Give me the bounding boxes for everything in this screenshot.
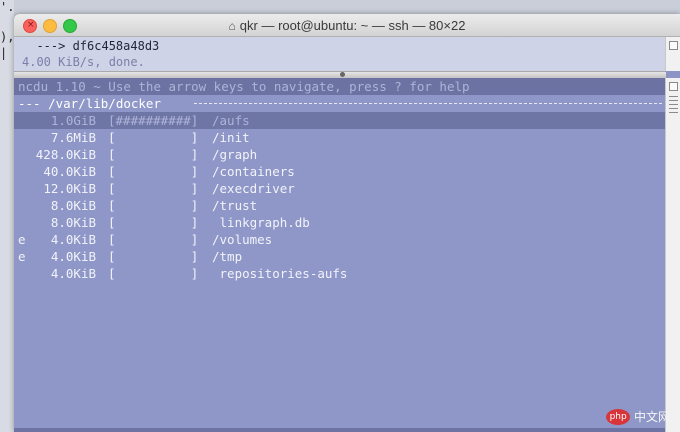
row-flag: e: [18, 232, 26, 247]
row-size: 7.6MiB: [50, 130, 96, 145]
scrollbar-track-mark: [669, 96, 678, 97]
file-list-row[interactable]: 8.0KiB [ ] linkgraph.db: [14, 214, 666, 231]
row-size: 4.0KiB: [50, 266, 96, 281]
row-size: 428.0KiB: [35, 147, 96, 162]
file-list-row[interactable]: 4.0KiB [ ] repositories-aufs: [14, 265, 666, 282]
php-logo-icon: php: [606, 408, 631, 425]
row-size: 1.0GiB: [50, 113, 96, 128]
file-list-row[interactable]: e 4.0KiB [ ] /volumes: [14, 231, 666, 248]
file-list-row[interactable]: 1.0GiB [##########] /aufs: [14, 112, 666, 129]
row-usage-bar: [ ]: [108, 181, 199, 196]
row-name: repositories-aufs: [212, 266, 348, 281]
row-name: linkgraph.db: [212, 215, 310, 230]
row-size: 8.0KiB: [50, 215, 96, 230]
window-title-text: qkr — root@ubuntu: ~ — ssh — 80×22: [239, 18, 466, 33]
row-usage-bar: [ ]: [108, 198, 199, 213]
file-list-row[interactable]: 7.6MiB [ ] /init: [14, 129, 666, 146]
row-usage-bar: [ ]: [108, 232, 199, 247]
ncdu-header: ncdu 1.10 ~ Use the arrow keys to naviga…: [14, 78, 666, 95]
terminal-scrollbar[interactable]: [665, 78, 680, 432]
background-desktop-strip: '. ), |: [0, 0, 14, 432]
row-usage-bar: [ ]: [108, 215, 199, 230]
row-size: 4.0KiB: [50, 249, 96, 264]
upper-split-pane[interactable]: ---> df6c458a48d3 4.00 KiB/s, done.: [14, 37, 666, 71]
scrollbar-track-mark: [669, 104, 678, 105]
scrollbar-track-mark: [669, 108, 678, 109]
row-size: 4.0KiB: [50, 232, 96, 247]
row-name: /graph: [212, 147, 258, 162]
window-title: ⌂ qkr — root@ubuntu: ~ — ssh — 80×22: [14, 18, 680, 33]
row-size: 12.0KiB: [43, 181, 96, 196]
status-bar: [14, 428, 666, 432]
scrollbar-track-mark: [669, 112, 678, 113]
row-name: /containers: [212, 164, 295, 179]
row-usage-bar: [ ]: [108, 249, 199, 264]
current-path: --- /var/lib/docker: [18, 96, 169, 111]
scrollbar-knob[interactable]: [669, 82, 678, 91]
row-usage-bar: [ ]: [108, 147, 199, 162]
file-list-row[interactable]: 428.0KiB [ ] /graph: [14, 146, 666, 163]
file-list-row[interactable]: 40.0KiB [ ] /containers: [14, 163, 666, 180]
row-usage-bar: [ ]: [108, 130, 199, 145]
row-usage-bar: [ ]: [108, 266, 199, 281]
background-text-fragment: |: [0, 46, 8, 60]
splitter-handle-icon[interactable]: [340, 72, 345, 77]
path-divider: [194, 103, 662, 104]
row-name: /tmp: [212, 249, 243, 264]
row-size: 8.0KiB: [50, 198, 96, 213]
row-name: /init: [212, 130, 250, 145]
title-bar[interactable]: × ⌂ qkr — root@ubuntu: ~ — ssh — 80×22: [14, 14, 680, 37]
row-size: 40.0KiB: [43, 164, 96, 179]
row-usage-bar: [##########]: [108, 113, 199, 128]
background-text-fragment: ),: [0, 30, 15, 44]
background-text-fragment: '.: [0, 0, 15, 14]
home-icon: ⌂: [228, 19, 236, 33]
file-list-row[interactable]: 8.0KiB [ ] /trust: [14, 197, 666, 214]
row-name: /volumes: [212, 232, 273, 247]
site-watermark: php 中文网: [606, 408, 670, 430]
row-name: /aufs: [212, 113, 250, 128]
watermark-text: 中文网: [633, 410, 670, 424]
upper-pane-line: 4.00 KiB/s, done.: [22, 55, 145, 69]
scrollbar-knob[interactable]: [669, 41, 678, 50]
upper-pane-line: ---> df6c458a48d3: [22, 39, 160, 53]
upper-pane-scrollbar[interactable]: [665, 37, 680, 71]
row-flag: e: [18, 249, 26, 264]
ncdu-terminal[interactable]: ncdu 1.10 ~ Use the arrow keys to naviga…: [14, 78, 666, 432]
row-name: /trust: [212, 198, 258, 213]
file-list-row[interactable]: e 4.0KiB [ ] /tmp: [14, 248, 666, 265]
terminal-window: × ⌂ qkr — root@ubuntu: ~ — ssh — 80×22 --…: [14, 14, 680, 432]
scrollbar-track-mark: [669, 100, 678, 101]
file-list-row[interactable]: 12.0KiB [ ] /execdriver: [14, 180, 666, 197]
row-usage-bar: [ ]: [108, 164, 199, 179]
row-name: /execdriver: [212, 181, 295, 196]
